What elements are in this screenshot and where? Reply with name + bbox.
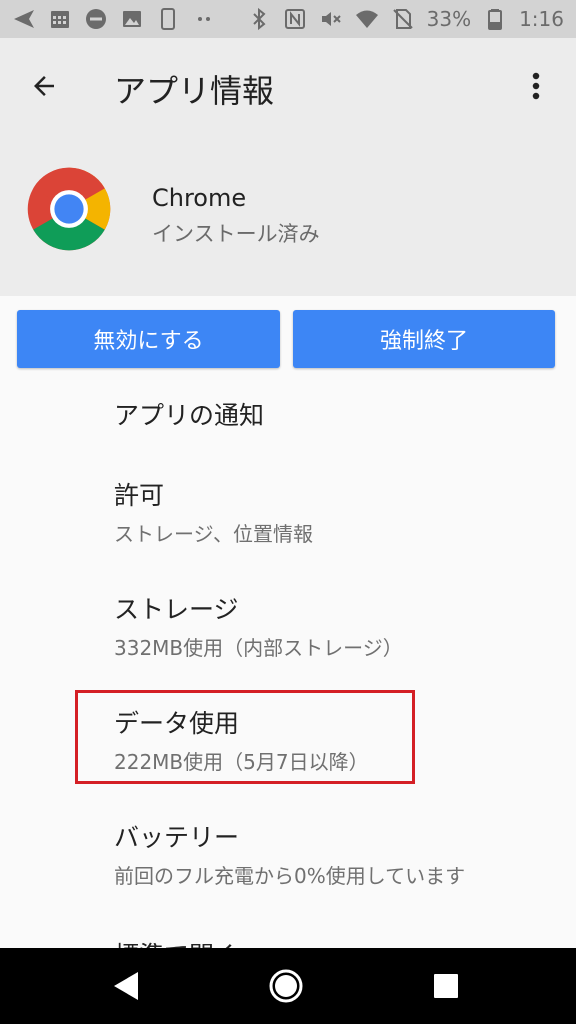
app-install-status: インストール済み	[152, 222, 320, 246]
list-item-subtitle: 332MB使用（内部ストレージ）	[114, 636, 403, 660]
list-item-storage[interactable]: ストレージ 332MB使用（内部ストレージ）	[114, 590, 554, 661]
list-item-subtitle: 前回のフル充電から0%使用しています	[114, 864, 466, 888]
square-recents-icon	[434, 974, 458, 998]
wifi-icon	[355, 7, 379, 31]
more-options-button[interactable]	[516, 64, 556, 108]
nfc-icon	[283, 7, 307, 31]
app-info-header: アプリ情報 Chrome インストール済み	[0, 38, 576, 296]
list-item-title: バッテリー	[114, 823, 240, 852]
app-name: Chrome	[152, 184, 247, 212]
force-stop-button[interactable]: 強制終了	[293, 310, 555, 368]
list-item-title: 許可	[114, 481, 165, 510]
list-item-permissions[interactable]: 許可 ストレージ、位置情報	[114, 476, 554, 547]
navigation-bar	[0, 948, 576, 1024]
image-icon	[120, 7, 144, 31]
calendar-icon	[48, 7, 72, 31]
circle-home-icon	[269, 969, 303, 1003]
send-icon	[12, 7, 36, 31]
battery-percent: 33%	[426, 7, 472, 31]
nav-back-button[interactable]	[106, 966, 146, 1006]
battery-icon	[483, 7, 507, 31]
list-item-battery[interactable]: バッテリー 前回のフル充電から0%使用しています	[114, 818, 554, 889]
chrome-logo-icon	[27, 167, 111, 251]
page-title: アプリ情報	[114, 72, 275, 110]
list-item-title: アプリの通知	[114, 401, 265, 430]
more-notifications-icon	[192, 7, 216, 31]
list-item-title: ストレージ	[114, 595, 239, 624]
do-not-disturb-icon	[84, 7, 108, 31]
mute-icon	[319, 7, 343, 31]
phone-icon	[156, 7, 180, 31]
nav-home-button[interactable]	[266, 966, 306, 1006]
list-item-notifications[interactable]: アプリの通知	[114, 396, 554, 432]
no-sim-icon	[391, 7, 415, 31]
triangle-back-icon	[114, 972, 138, 1000]
more-vert-icon	[532, 72, 540, 100]
nav-recents-button[interactable]	[426, 966, 466, 1006]
arrow-left-icon	[34, 76, 54, 96]
back-button[interactable]	[22, 64, 66, 108]
disable-button[interactable]: 無効にする	[17, 310, 280, 368]
highlight-box	[75, 690, 415, 784]
list-item-subtitle: ストレージ、位置情報	[114, 522, 313, 546]
bluetooth-icon	[247, 7, 271, 31]
status-bar: 33% 1:16	[0, 0, 576, 38]
clock: 1:16	[519, 7, 564, 31]
